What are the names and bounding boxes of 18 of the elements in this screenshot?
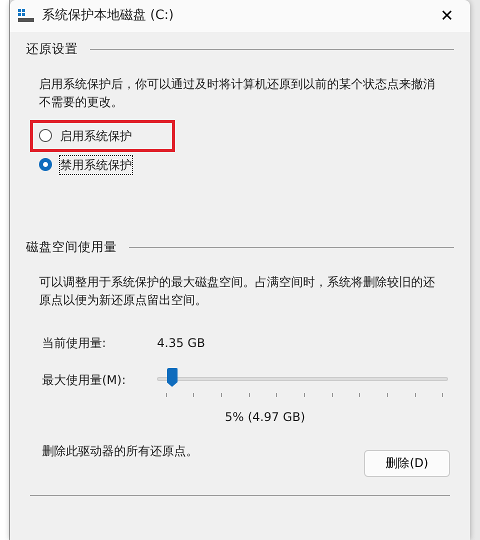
radio-label[interactable]: 启用系统保护 — [60, 126, 132, 145]
radio-button[interactable] — [39, 129, 52, 142]
app-icon — [18, 9, 34, 23]
radio-button[interactable] — [39, 158, 52, 172]
close-button[interactable]: ✕ — [432, 7, 462, 25]
delete-description: 删除此驱动器的所有还原点。 — [42, 442, 198, 460]
usage-label: 当前使用量: — [42, 334, 108, 352]
usage-value: 4.35 GB — [157, 334, 206, 352]
delete-button[interactable]: 删除(D) — [364, 450, 450, 477]
section-heading: 还原设置 — [26, 40, 78, 58]
description-text: 启用系统保护后，你可以通过及时将计算机还原到以前的某个状态点来撤消不需要的更改。 — [38, 76, 436, 112]
radio-label[interactable]: 禁用系统保护 — [60, 156, 132, 174]
section-heading: 磁盘空间使用量 — [26, 238, 117, 256]
window-title: 系统保护本地磁盘 (C:) — [42, 7, 175, 26]
description-text: 可以调整用于系统保护的最大磁盘空间。占满空间时，系统将删除较旧的还原点以便为新还原点留出空间。 — [38, 274, 436, 310]
slider-thumb[interactable] — [166, 368, 178, 387]
usage-label: 最大使用量(M): — [42, 372, 127, 389]
usage-reading: 5% (4.97 GB) — [224, 408, 306, 426]
